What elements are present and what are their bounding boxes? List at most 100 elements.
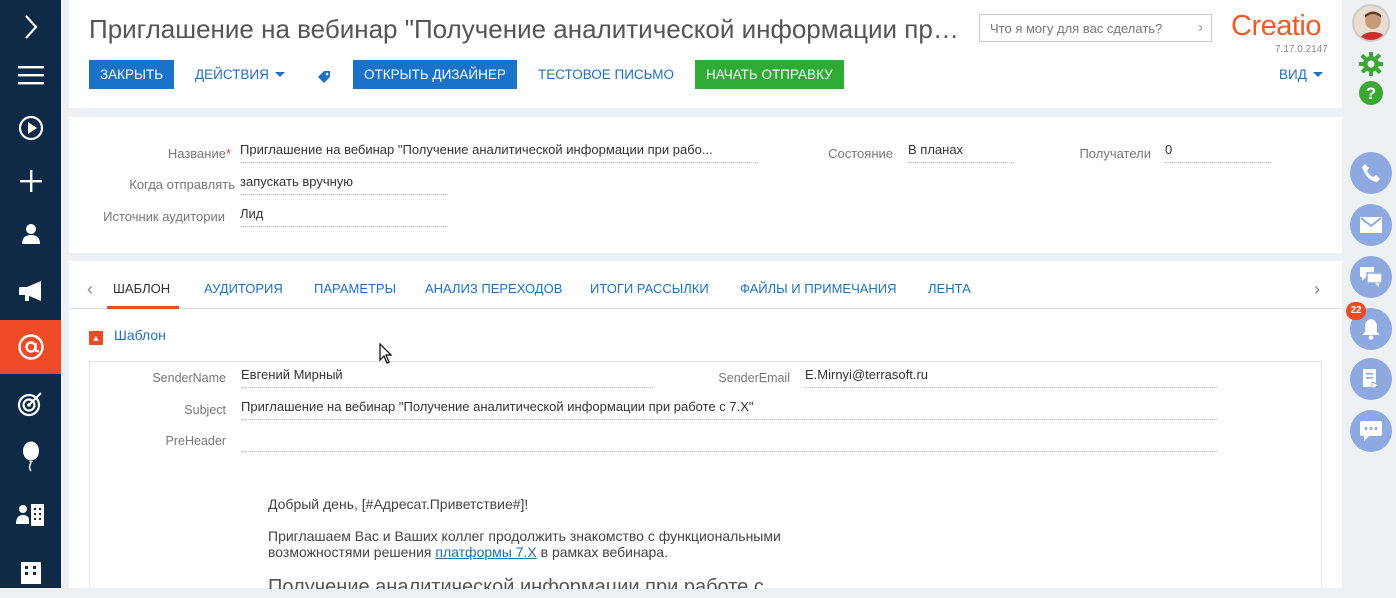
creatio-logo: Creatio	[1231, 10, 1322, 42]
record-fields: Название* Приглашение на вебинар "Получе…	[69, 117, 1342, 253]
mouse-pointer-icon	[379, 343, 393, 364]
accounts-button[interactable]	[0, 488, 61, 542]
hamburger-icon	[17, 66, 44, 85]
name-field[interactable]: Приглашение на вебинар "Получение аналит…	[240, 141, 758, 163]
chevron-right-icon[interactable]: ›	[1198, 19, 1203, 36]
user-photo-icon	[1354, 6, 1388, 40]
play-circle-icon	[18, 115, 43, 141]
subject-field[interactable]: Приглашение на вебинар "Получение аналит…	[241, 398, 1217, 420]
state-label: Состояние	[828, 146, 893, 161]
chevron-right-icon	[24, 15, 37, 39]
process-button[interactable]	[0, 101, 61, 155]
actions-button[interactable]: ДЕЙСТВИЯ	[195, 60, 285, 89]
caret-down-icon	[274, 72, 285, 77]
caret-down-icon	[1312, 72, 1323, 77]
send-when-label: Когда отправлять	[129, 177, 235, 192]
open-designer-button[interactable]: ОТКРЫТЬ ДИЗАЙНЕР	[353, 60, 517, 89]
phone-icon	[1362, 164, 1380, 182]
menu-button[interactable]	[0, 48, 61, 102]
email-button[interactable]	[1350, 204, 1392, 246]
version-label: 7.17.0.2147	[1275, 44, 1328, 55]
bell-icon	[1362, 319, 1380, 340]
page-title: Приглашение на вебинар "Получение аналит…	[89, 14, 959, 44]
start-sending-button[interactable]: НАЧАТЬ ОТПРАВКУ	[695, 60, 844, 89]
collapse-icon[interactable]: ▲	[89, 331, 103, 345]
recipients-label: Получатели	[1079, 146, 1151, 161]
send-when-field[interactable]: запускать вручную	[240, 173, 448, 195]
audience-source-field[interactable]: Лид	[240, 205, 448, 227]
close-button[interactable]: ЗАКРЫТЬ	[89, 60, 175, 89]
email-heading: Получение аналитической информации при р…	[268, 576, 764, 589]
target-button[interactable]	[0, 376, 61, 430]
megaphone-icon	[18, 281, 41, 301]
sender-name-field[interactable]: Евгений Мирный	[241, 366, 653, 388]
user-avatar[interactable]	[1352, 4, 1390, 42]
recipients-field: 0	[1165, 141, 1271, 163]
subject-label: Subject	[184, 403, 226, 417]
messages-button[interactable]	[1350, 410, 1392, 452]
communication-panel: ? 22	[1346, 0, 1396, 588]
gear-icon[interactable]	[1359, 52, 1383, 76]
message-icon	[1360, 421, 1382, 441]
person-icon	[21, 224, 40, 244]
tag-button[interactable]	[317, 66, 331, 95]
template-group-title: Шаблон	[114, 327, 166, 343]
tab-files-notes[interactable]: ФАЙЛЫ И ПРИМЕЧАНИЯ	[740, 281, 897, 296]
tab-bar: ‹ ШАБЛОН АУДИТОРИЯ ПАРАМЕТРЫ АНАЛИЗ ПЕРЕ…	[69, 261, 1342, 309]
test-email-button[interactable]: ТЕСТОВОЕ ПИСЬМО	[538, 60, 674, 89]
view-button[interactable]: ВИД	[1279, 60, 1323, 89]
email-body-line-2: возможностями решения платформы 7.X в ра…	[268, 544, 668, 560]
tab-audience[interactable]: АУДИТОРИЯ	[204, 281, 283, 296]
help-icon[interactable]: ?	[1359, 81, 1383, 105]
plus-icon	[19, 170, 42, 192]
email-body-line-1: Приглашаем Вас и Ваших коллег продолжить…	[268, 528, 781, 544]
audience-source-label: Источник аудитории	[103, 209, 225, 224]
sender-email-field[interactable]: E.Mirnyi@terrasoft.ru	[805, 366, 1217, 388]
chat-bubbles-icon	[1360, 267, 1382, 287]
companies-button[interactable]	[0, 544, 61, 598]
template-panel: SenderName Евгений Мирный SenderEmail E.…	[89, 361, 1322, 589]
collapse-menu-button[interactable]	[0, 0, 61, 54]
balloon-icon	[22, 441, 39, 472]
command-search-input[interactable]: Что я могу для вас сделать? ›	[979, 14, 1212, 42]
building-icon	[20, 562, 41, 584]
chevron-left-icon[interactable]: ‹	[87, 279, 93, 300]
page-header: Приглашение на вебинар "Получение аналит…	[69, 0, 1342, 108]
email-section-button[interactable]	[0, 320, 61, 374]
name-label: Название*	[167, 146, 231, 161]
campaigns-button[interactable]	[0, 264, 61, 318]
actions-label: ДЕЙСТВИЯ	[195, 67, 269, 82]
tag-icon	[318, 71, 330, 83]
preheader-field[interactable]	[241, 430, 1217, 452]
tab-template[interactable]: ШАБЛОН	[113, 281, 170, 296]
sender-name-label: SenderName	[152, 371, 226, 385]
tab-parameters[interactable]: ПАРАМЕТРЫ	[314, 281, 396, 296]
search-placeholder: Что я могу для вас сделать?	[990, 21, 1163, 36]
preheader-label: PreHeader	[165, 434, 226, 448]
building-person-icon	[15, 504, 44, 526]
svg-text:?: ?	[1366, 84, 1376, 103]
chat-button[interactable]	[1350, 256, 1392, 298]
state-field[interactable]: В планах	[908, 141, 1014, 163]
tabs-container: ‹ ШАБЛОН АУДИТОРИЯ ПАРАМЕТРЫ АНАЛИЗ ПЕРЕ…	[69, 261, 1342, 589]
tab-feed[interactable]: ЛЕНТА	[928, 281, 971, 296]
add-button[interactable]	[0, 154, 61, 208]
chevron-right-icon[interactable]: ›	[1314, 279, 1320, 300]
events-button[interactable]	[0, 430, 61, 484]
sender-email-label: SenderEmail	[718, 371, 790, 385]
phone-button[interactable]	[1350, 152, 1392, 194]
active-tab-indicator	[107, 306, 179, 309]
tab-click-analysis[interactable]: АНАЛИЗ ПЕРЕХОДОВ	[425, 281, 562, 296]
email-greeting: Добрый день, [#Адресат.Приветствие#]!	[268, 496, 529, 512]
notification-count-badge: 22	[1346, 302, 1366, 320]
platform-link[interactable]: платформы 7.X	[435, 544, 536, 560]
left-navigation	[0, 0, 61, 588]
template-group-header[interactable]: ▲ Шаблон	[89, 327, 166, 345]
contacts-button[interactable]	[0, 207, 61, 261]
at-sign-icon	[17, 334, 44, 360]
tab-mailing-results[interactable]: ИТОГИ РАССЫЛКИ	[590, 281, 709, 296]
target-icon	[17, 392, 42, 417]
view-label: ВИД	[1279, 67, 1307, 82]
processes-button[interactable]	[1350, 358, 1392, 400]
envelope-icon	[1360, 217, 1382, 233]
